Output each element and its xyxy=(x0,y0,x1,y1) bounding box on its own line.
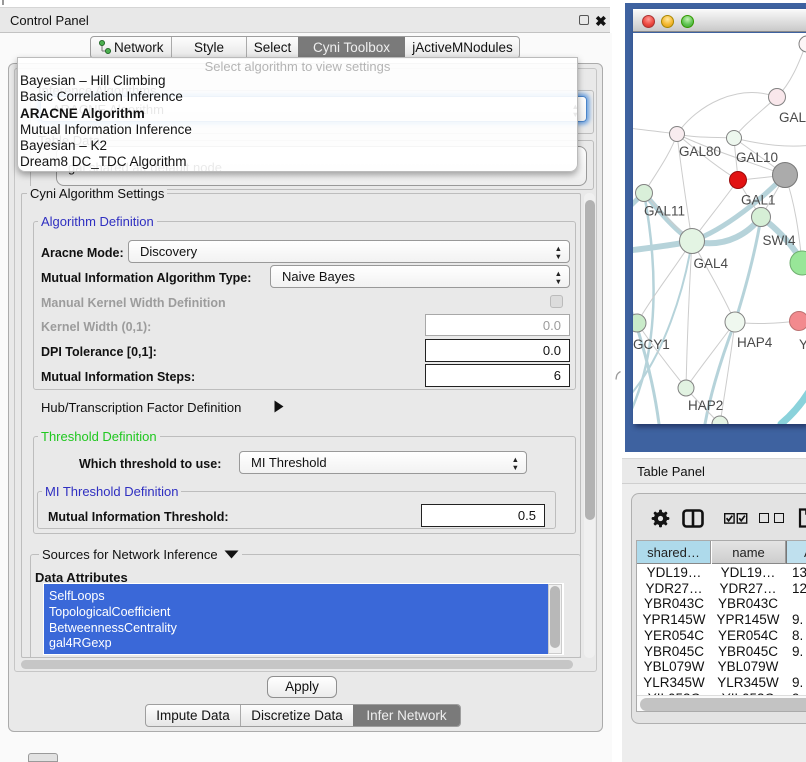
svg-text:HAP4: HAP4 xyxy=(737,335,773,350)
svg-text:GAL: GAL xyxy=(779,110,806,125)
svg-text:GAL4: GAL4 xyxy=(694,256,729,271)
svg-text:GAL80: GAL80 xyxy=(679,144,721,159)
svg-text:HAP2: HAP2 xyxy=(688,398,723,413)
svg-text:GAL1: GAL1 xyxy=(741,193,776,208)
svg-text:GAL11: GAL11 xyxy=(644,204,685,219)
svg-text:Y: Y xyxy=(799,337,806,352)
svg-text:GCY1: GCY1 xyxy=(633,337,670,352)
svg-text:GAL10: GAL10 xyxy=(736,150,778,165)
svg-text:SWI4: SWI4 xyxy=(763,233,796,248)
